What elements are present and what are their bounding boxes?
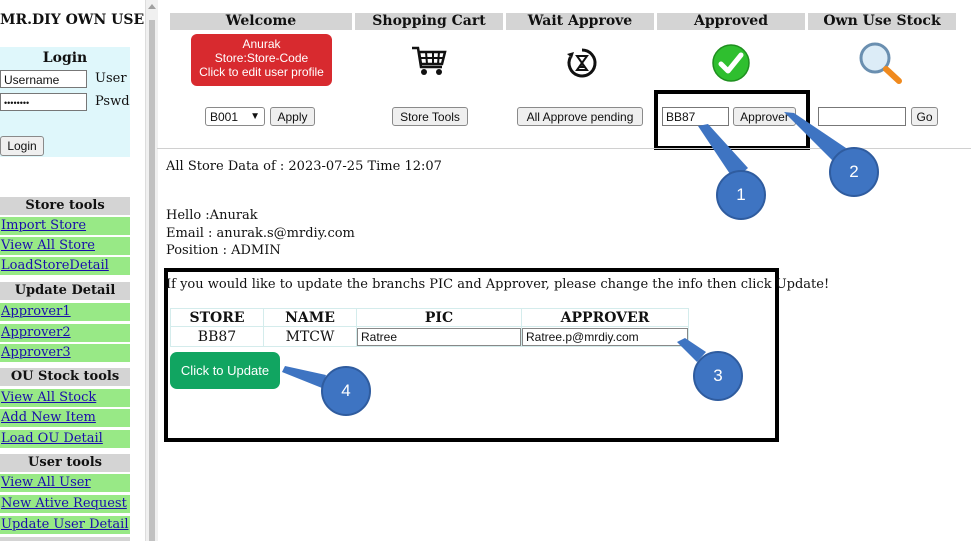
username-label: User xyxy=(95,71,127,86)
profile-store: Store:Store-Code xyxy=(214,51,309,65)
data-line: All Store Data of : 2023-07-25 Time 12:0… xyxy=(166,159,442,174)
all-approve-pending-button[interactable]: All Approve pending xyxy=(517,107,643,126)
apply-button[interactable]: Apply xyxy=(270,107,315,126)
password-label: Pswd xyxy=(95,94,130,109)
store-table: STORE NAME PIC APPROVER BB87 MTCW Ratree… xyxy=(170,308,689,347)
nav-load-ou-detail[interactable]: Load OU Detail xyxy=(0,430,130,448)
cell-name: MTCW xyxy=(263,326,357,347)
position-text: Position : ADMIN xyxy=(166,243,281,258)
store-select-value: B001 xyxy=(210,110,239,124)
hourglass-icon[interactable] xyxy=(566,47,598,79)
sidebar-divider xyxy=(0,537,130,541)
scroll-up-icon[interactable] xyxy=(148,4,156,9)
nav-new-active-request[interactable]: New Ative Request xyxy=(0,495,130,513)
header-wait-approve: Wait Approve xyxy=(506,13,654,30)
nav-add-new-item[interactable]: Add New Item xyxy=(0,409,130,427)
nav-view-all-store[interactable]: View All Store xyxy=(0,237,130,255)
login-heading: Login xyxy=(42,50,88,66)
store-select[interactable]: B001 ▼ xyxy=(205,107,265,126)
go-button[interactable]: Go xyxy=(911,107,938,126)
callout-1: 1 xyxy=(716,170,766,220)
user-tools-heading: User tools xyxy=(0,454,130,472)
callout-4: 4 xyxy=(321,366,371,416)
header-own-use-stock: Own Use Stock xyxy=(808,13,956,30)
checkmark-icon[interactable] xyxy=(712,44,750,82)
left-panel: MR.DIY OWN USE Login Username User •••••… xyxy=(0,0,145,541)
profile-hint: Click to edit user profile xyxy=(199,65,324,79)
header-approved: Approved xyxy=(657,13,805,30)
ou-stock-tools-heading: OU Stock tools xyxy=(0,368,130,386)
app-title: MR.DIY OWN USE xyxy=(0,12,145,28)
profile-badge[interactable]: Anurak Store:Store-Code Click to edit us… xyxy=(191,34,332,86)
col-approver: APPROVER xyxy=(521,308,689,327)
stock-search-input[interactable] xyxy=(818,107,906,126)
nav-approver2[interactable]: Approver2 xyxy=(0,324,130,342)
nav-view-all-user[interactable]: View All User xyxy=(0,474,130,492)
nav-update-user-detail[interactable]: Update User Detail xyxy=(0,516,130,534)
cell-store: BB87 xyxy=(170,326,264,347)
callout-3: 3 xyxy=(693,351,743,401)
vertical-scrollbar[interactable] xyxy=(145,0,158,541)
email-text: Email : anurak.s@mrdiy.com xyxy=(166,226,355,241)
highlight-box-approver xyxy=(654,90,810,150)
col-store: STORE xyxy=(170,308,264,327)
chevron-down-icon: ▼ xyxy=(250,111,260,122)
col-name: NAME xyxy=(263,308,357,327)
cell-approver: Ratree.p@mrdiy.com xyxy=(521,326,689,347)
username-input[interactable]: Username xyxy=(0,70,87,88)
instruction-text: If you would like to update the branchs … xyxy=(166,277,830,292)
cell-pic: Ratree xyxy=(356,326,522,347)
cart-icon[interactable] xyxy=(411,45,447,77)
update-detail-heading: Update Detail xyxy=(0,282,130,300)
header-welcome: Welcome xyxy=(170,13,352,30)
scrollbar-thumb[interactable] xyxy=(149,20,155,541)
table-header-row: STORE NAME PIC APPROVER xyxy=(170,308,689,327)
store-tools-button[interactable]: Store Tools xyxy=(392,107,468,126)
col-pic: PIC xyxy=(356,308,522,327)
click-to-update-button[interactable]: Click to Update xyxy=(170,352,280,389)
header-shopping-cart: Shopping Cart xyxy=(355,13,503,30)
nav-approver1[interactable]: Approver1 xyxy=(0,303,130,321)
table-row: BB87 MTCW Ratree Ratree.p@mrdiy.com xyxy=(170,326,689,347)
login-button[interactable]: Login xyxy=(0,136,44,156)
pic-input[interactable]: Ratree xyxy=(357,327,521,346)
nav-view-all-stock[interactable]: View All Stock xyxy=(0,389,130,407)
password-input[interactable]: •••••••• xyxy=(0,93,87,111)
magnifier-icon[interactable] xyxy=(858,41,904,85)
store-tools-heading: Store tools xyxy=(0,197,130,215)
profile-name: Anurak xyxy=(242,37,281,51)
callout-2: 2 xyxy=(829,147,879,197)
nav-approver3[interactable]: Approver3 xyxy=(0,344,130,362)
hello-text: Hello :Anurak xyxy=(166,208,258,223)
nav-load-store-detail[interactable]: LoadStoreDetail xyxy=(0,257,130,275)
approver-email-input[interactable]: Ratree.p@mrdiy.com xyxy=(522,327,688,346)
nav-import-store[interactable]: Import Store xyxy=(0,217,130,235)
